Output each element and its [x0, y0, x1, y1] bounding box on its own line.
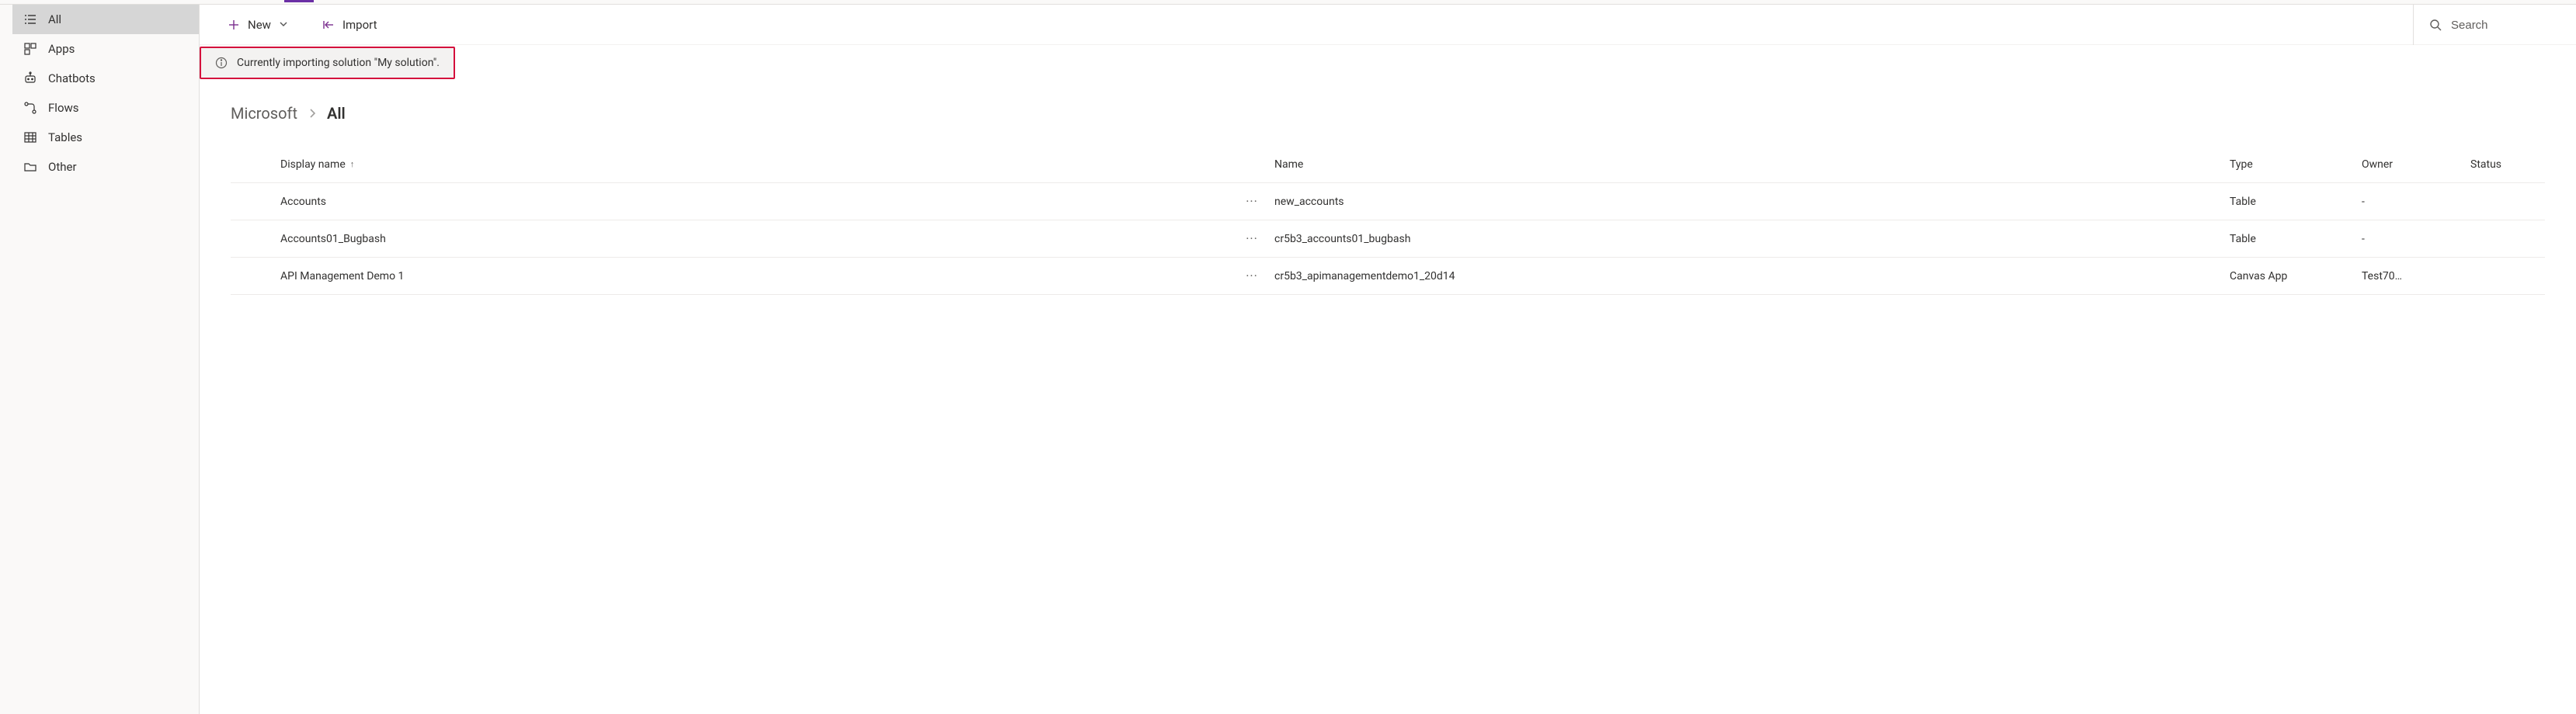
- col-display-name[interactable]: Display name ↑: [277, 151, 1232, 178]
- col-status[interactable]: Status: [2467, 151, 2545, 178]
- sidebar-item-tables[interactable]: Tables: [12, 123, 199, 152]
- col-name[interactable]: Name: [1271, 151, 2227, 178]
- app-root: All Apps Chatbots Flows Tables: [0, 5, 2576, 714]
- cell-owner: -: [2359, 186, 2467, 217]
- new-button[interactable]: New: [218, 13, 297, 36]
- sort-asc-icon: ↑: [350, 159, 355, 169]
- side-nav: All Apps Chatbots Flows Tables: [12, 5, 200, 714]
- row-menu-icon[interactable]: ···: [1232, 185, 1271, 218]
- breadcrumb-current: All: [327, 104, 346, 123]
- list-icon: [23, 12, 37, 26]
- import-icon: [322, 19, 335, 31]
- row-menu-icon[interactable]: ···: [1232, 222, 1271, 255]
- col-type[interactable]: Type: [2227, 151, 2359, 178]
- sidebar-item-label: Chatbots: [48, 71, 96, 85]
- cell-name: cr5b3_apimanagementdemo1_20d14: [1271, 261, 2227, 292]
- search-input[interactable]: [2451, 19, 2560, 32]
- table-row[interactable]: Accounts01_Bugbash···cr5b3_accounts01_bu…: [231, 220, 2545, 258]
- content-area: Microsoft All Display name ↑ Name Type O…: [200, 79, 2576, 714]
- solution-table: Display name ↑ Name Type Owner Status Ac…: [231, 146, 2545, 295]
- col-owner[interactable]: Owner: [2359, 151, 2467, 178]
- sidebar-item-label: All: [48, 12, 61, 26]
- cell-display-name: Accounts: [277, 186, 1232, 217]
- table-row[interactable]: Accounts···new_accountsTable-: [231, 183, 2545, 220]
- cell-name: new_accounts: [1271, 186, 2227, 217]
- cell-status: [2467, 192, 2545, 211]
- sidebar-item-label: Other: [48, 160, 77, 174]
- info-icon: [215, 57, 228, 69]
- bot-icon: [23, 71, 37, 85]
- cell-status: [2467, 267, 2545, 286]
- table-icon: [23, 130, 37, 144]
- cell-display-name: Accounts01_Bugbash: [277, 224, 1232, 255]
- cell-display-name: API Management Demo 1: [277, 261, 1232, 292]
- import-notification: Currently importing solution "My solutio…: [200, 47, 455, 79]
- main-panel: New Import: [200, 5, 2576, 714]
- command-bar: New Import: [200, 5, 2576, 45]
- cell-type: Table: [2227, 186, 2359, 217]
- breadcrumb: Microsoft All: [231, 104, 2545, 123]
- table-header-row: Display name ↑ Name Type Owner Status: [231, 146, 2545, 183]
- folder-icon: [23, 160, 37, 174]
- cell-type: Canvas App: [2227, 261, 2359, 292]
- chevron-down-icon: [279, 18, 288, 32]
- row-menu-icon[interactable]: ···: [1232, 259, 1271, 293]
- sidebar-item-chatbots[interactable]: Chatbots: [12, 64, 199, 93]
- plus-icon: [228, 19, 240, 31]
- cell-status: [2467, 230, 2545, 248]
- nav-rail: [0, 5, 12, 714]
- sidebar-item-label: Tables: [48, 130, 82, 144]
- sidebar-item-other[interactable]: Other: [12, 152, 199, 182]
- table-row[interactable]: API Management Demo 1···cr5b3_apimanagem…: [231, 258, 2545, 295]
- notification-text: Currently importing solution "My solutio…: [237, 57, 440, 69]
- search-icon: [2429, 19, 2442, 31]
- search-box[interactable]: [2413, 5, 2576, 45]
- import-button-label: Import: [342, 18, 377, 32]
- cell-name: cr5b3_accounts01_bugbash: [1271, 224, 2227, 255]
- cell-type: Table: [2227, 224, 2359, 255]
- import-button[interactable]: Import: [313, 13, 387, 36]
- chevron-right-icon: [308, 104, 316, 123]
- cell-owner: -: [2359, 224, 2467, 255]
- sidebar-item-label: Flows: [48, 101, 79, 115]
- flow-icon: [23, 101, 37, 115]
- sidebar-item-apps[interactable]: Apps: [12, 34, 199, 64]
- sidebar-item-all[interactable]: All: [12, 5, 199, 34]
- cell-owner: Test70…: [2359, 261, 2467, 292]
- sidebar-item-label: Apps: [48, 42, 75, 56]
- sidebar-item-flows[interactable]: Flows: [12, 93, 199, 123]
- new-button-label: New: [248, 18, 271, 32]
- apps-icon: [23, 42, 37, 56]
- breadcrumb-root[interactable]: Microsoft: [231, 104, 297, 123]
